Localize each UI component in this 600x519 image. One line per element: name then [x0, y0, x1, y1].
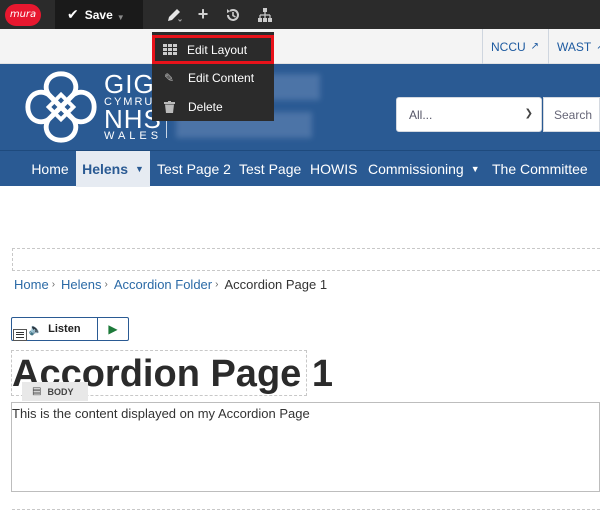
play-icon[interactable]: ▶ — [98, 318, 128, 340]
speaker-icon: 🔈 — [28, 323, 43, 336]
nav-item-label: Test Page 2 — [157, 161, 231, 177]
save-label: Save — [84, 7, 113, 22]
logo-line-4: WALES — [104, 130, 163, 142]
mura-admin-toolbar: mura ✔ Save ▼ + — [0, 0, 600, 29]
main-nav: Home Helens ▼ Test Page 2 Test Page HOWI… — [0, 150, 600, 187]
delete-menu-item[interactable]: Delete — [152, 93, 274, 121]
chevron-down-icon: ❯ — [524, 108, 533, 119]
body-region-tag[interactable]: ▤ BODY — [22, 382, 88, 401]
grid-icon — [163, 44, 179, 55]
nav-item-test-page[interactable]: Test Page — [239, 151, 301, 187]
nav-item-commissioning[interactable]: Commissioning ▼ — [368, 151, 480, 187]
nav-item-label: Test Page — [239, 161, 302, 177]
menu-item-label: Edit Content — [188, 71, 255, 85]
pencil-icon[interactable] — [160, 0, 188, 29]
search-input[interactable]: Search — [543, 97, 600, 132]
pencil-icon: ✎ — [164, 71, 175, 85]
top-link-nccu[interactable]: NCCU ↗ — [482, 29, 548, 64]
search-scope-value: All... — [409, 107, 433, 122]
nav-item-the-committee[interactable]: The Committee — [492, 151, 588, 187]
check-icon: ✔ — [67, 6, 79, 22]
nav-item-label: Helens — [82, 161, 128, 177]
nav-item-helens[interactable]: Helens ▼ — [76, 151, 150, 187]
nav-item-test-page-2[interactable]: Test Page 2 — [157, 151, 231, 187]
mura-logo[interactable]: mura — [0, 0, 46, 29]
nav-item-howis[interactable]: HOWIS — [310, 151, 357, 187]
body-content-text: This is the content displayed on my Acco… — [12, 406, 310, 421]
listen-widget: 🔈 Listen ▶ — [11, 317, 129, 341]
body-tag-label: BODY — [47, 386, 74, 397]
nav-item-label: Commissioning — [368, 161, 464, 177]
edit-content-menu-item[interactable]: ✎ Edit Content — [152, 64, 274, 92]
menu-item-label: Delete — [188, 100, 223, 114]
breadcrumb-link[interactable]: Accordion Folder — [114, 277, 212, 292]
listen-label: Listen — [48, 323, 81, 335]
breadcrumb-current: Accordion Page 1 — [224, 277, 328, 292]
menu-item-label: Edit Layout — [187, 42, 248, 57]
caret-down-icon: ▼ — [135, 164, 144, 174]
top-link-wast[interactable]: WAST ↗ — [548, 29, 600, 64]
external-link-icon: ↗ — [596, 41, 600, 52]
nav-item-label: Home — [31, 161, 69, 177]
chevron-right-icon: › — [104, 279, 108, 290]
nav-item-label: HOWIS — [310, 161, 358, 177]
search-scope-select[interactable]: All... ❯ — [396, 97, 542, 132]
trash-icon — [164, 101, 180, 113]
edit-layout-menu-item[interactable]: Edit Layout — [152, 35, 274, 64]
listen-menu-icon[interactable] — [13, 329, 27, 341]
celtic-knot-logo-icon[interactable] — [22, 68, 100, 146]
breadcrumb: Home › Helens › Accordion Folder › Accor… — [14, 277, 327, 292]
save-button[interactable]: ✔ Save ▼ — [55, 0, 143, 29]
nav-item-home[interactable]: Home — [24, 151, 76, 187]
plus-icon[interactable]: + — [192, 0, 214, 29]
nav-item-label: The Committee — [492, 161, 588, 177]
external-link-icon: ↗ — [530, 41, 540, 52]
document-icon: ▤ — [32, 386, 42, 397]
breadcrumb-link[interactable]: Helens — [61, 277, 101, 292]
top-link-label: WAST — [557, 39, 592, 54]
mura-logo-text: mura — [5, 3, 41, 26]
editable-region-outline — [12, 509, 600, 510]
chevron-right-icon: › — [215, 279, 219, 290]
search-placeholder: Search — [554, 107, 593, 122]
sitemap-icon[interactable] — [253, 0, 277, 29]
history-icon[interactable] — [220, 0, 246, 29]
caret-down-icon: ▼ — [116, 13, 125, 22]
caret-down-icon: ▼ — [470, 164, 480, 174]
chevron-right-icon: › — [51, 279, 56, 290]
edit-dropdown-menu: Edit Layout ✎ Edit Content Delete — [152, 32, 274, 121]
top-link-label: NCCU — [491, 39, 526, 54]
breadcrumb-link[interactable]: Home — [14, 277, 49, 292]
top-links-bar: NCCU ↗ WAST ↗ — [0, 29, 600, 64]
editable-region-outline — [12, 248, 600, 271]
